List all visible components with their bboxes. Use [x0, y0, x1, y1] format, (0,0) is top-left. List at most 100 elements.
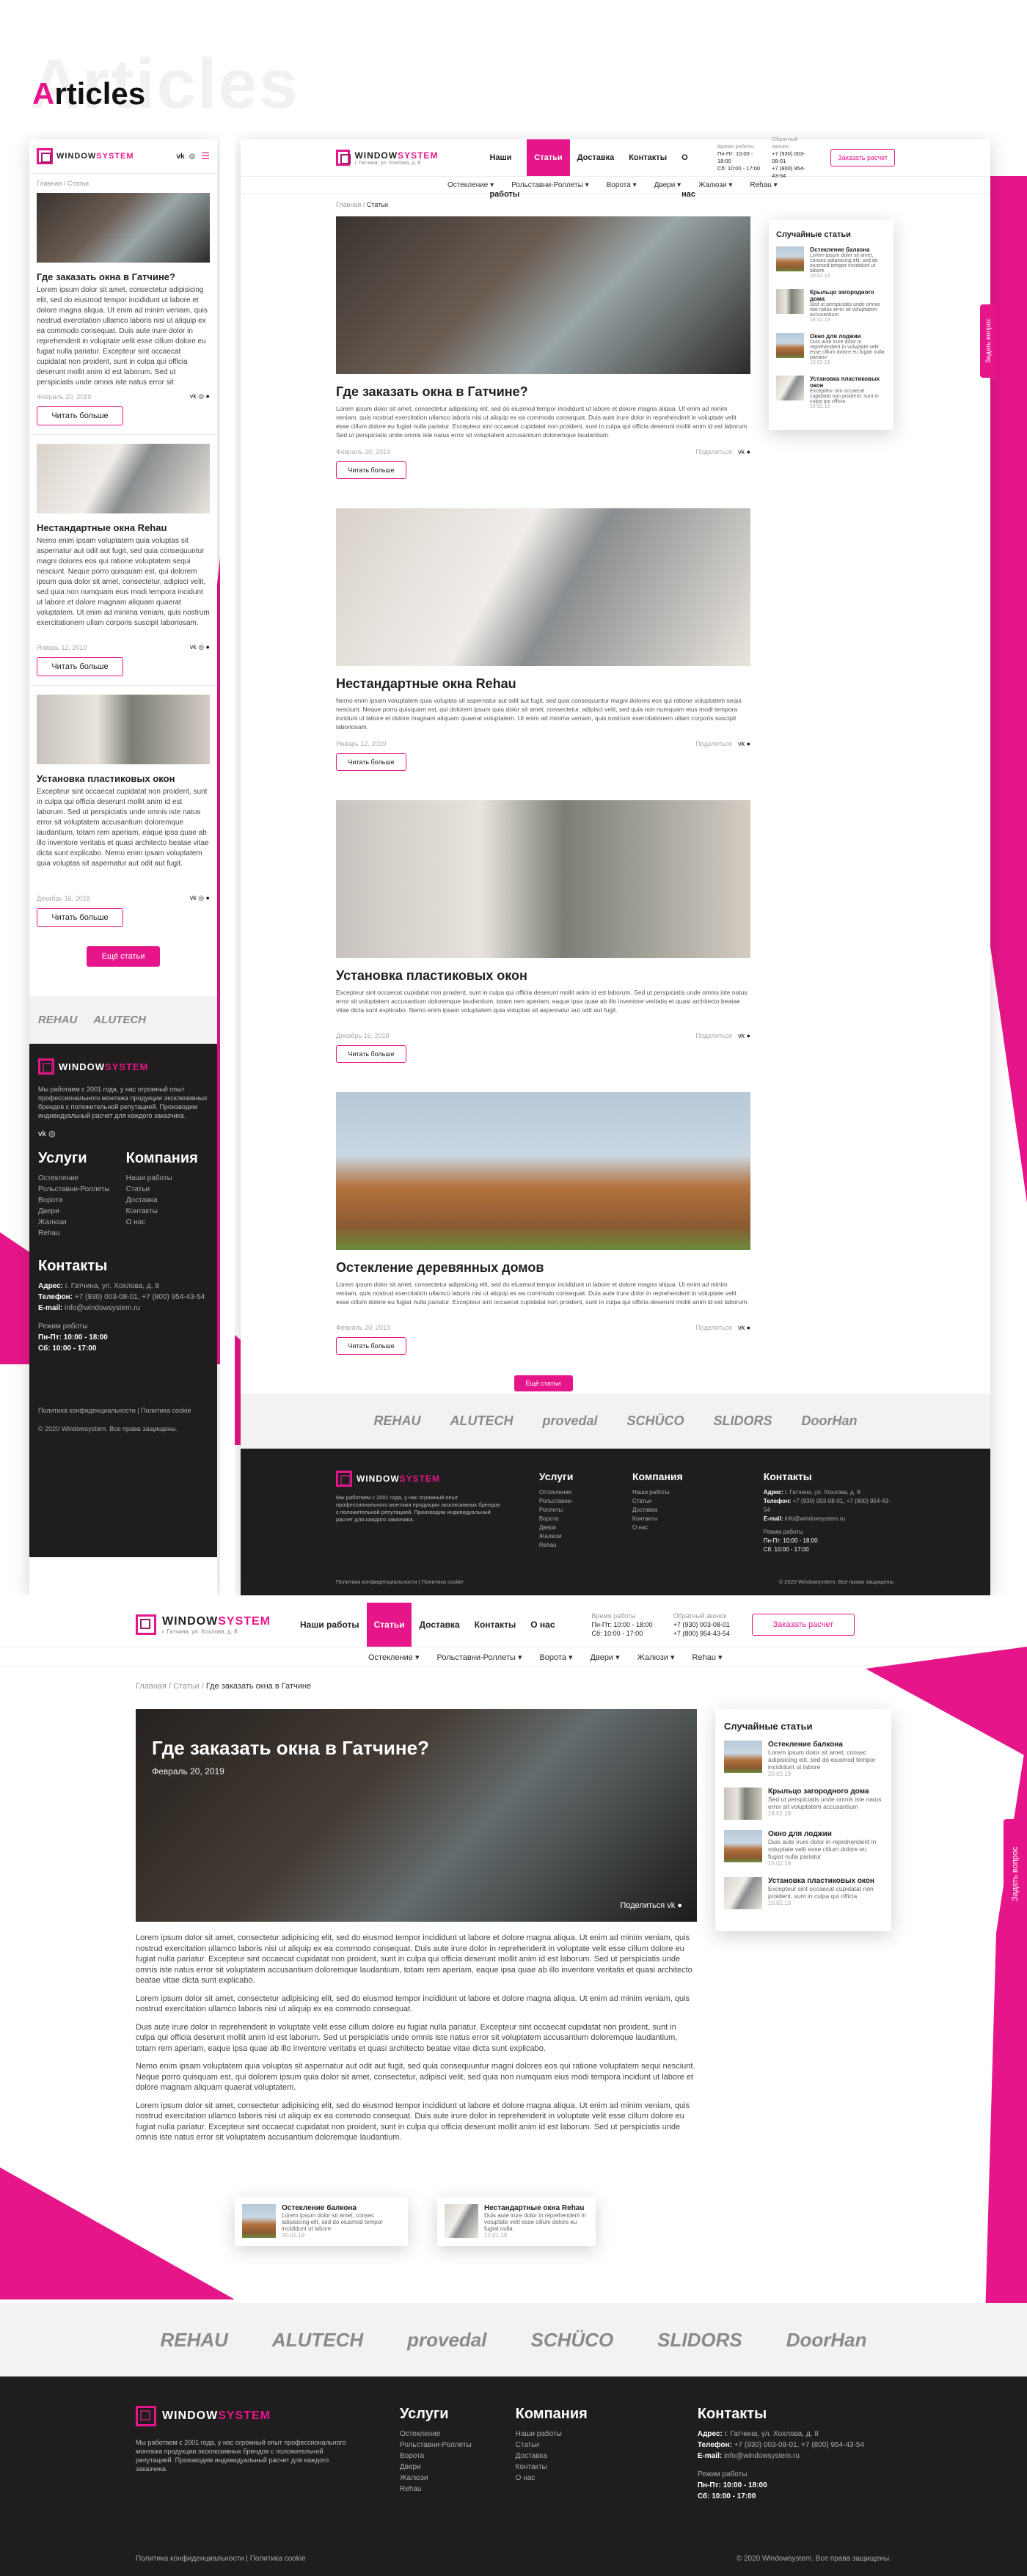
read-more-button[interactable]: Читать больше: [37, 657, 123, 676]
nav-item-delivery[interactable]: Доставка: [570, 139, 622, 176]
partner-logo[interactable]: DoorHan: [802, 1413, 858, 1429]
random-item[interactable]: Остекление балкона Lorem ipsum dolor sit …: [776, 246, 886, 279]
share-icons[interactable]: vk ◎ ●: [190, 392, 210, 400]
related-card[interactable]: Нестандартные окна Rehau Duis aute irure …: [437, 2197, 596, 2246]
sub-nav-item[interactable]: Жалюзи ▾: [690, 181, 741, 189]
share-icons[interactable]: vk ●: [738, 740, 750, 747]
article-title[interactable]: Где заказать окна в Гатчине?: [336, 384, 750, 400]
read-more-button[interactable]: Читать больше: [336, 461, 406, 479]
sub-nav-item[interactable]: Ворота ▾: [530, 1653, 581, 1662]
footer-link[interactable]: Контакты: [516, 2462, 588, 2473]
order-call-button[interactable]: Заказать расчет: [830, 149, 895, 167]
partner-logo[interactable]: ALUTECH: [93, 1014, 146, 1026]
footer-link[interactable]: Доставка: [632, 1506, 683, 1515]
article-title[interactable]: Где заказать окна в Гатчине?: [37, 271, 210, 282]
random-item[interactable]: Крыльцо загородного дома Sed ut perspicia…: [776, 289, 886, 323]
breadcrumb-articles[interactable]: Статьи: [173, 1682, 200, 1691]
nav-item-articles[interactable]: Статьи: [527, 139, 570, 176]
sub-nav-item[interactable]: Ворота ▾: [598, 181, 646, 189]
phones[interactable]: Обратный звонок +7 (930) 003-08-01 +7 (800…: [673, 1611, 730, 1638]
order-call-button[interactable]: Заказать расчет: [751, 1614, 855, 1636]
footer-link[interactable]: Остекление: [38, 1173, 110, 1184]
nav-item-works[interactable]: Наши работы: [482, 139, 527, 199]
instagram-icon[interactable]: ◎: [189, 153, 196, 161]
footer-link[interactable]: Доставка: [516, 2451, 588, 2462]
nav-item-about[interactable]: О нас: [674, 139, 703, 199]
footer-email[interactable]: info@windowsystem.ru: [65, 1304, 140, 1312]
footer-link[interactable]: Жалюзи: [38, 1217, 110, 1228]
footer-social[interactable]: vk ◎: [38, 1129, 208, 1138]
more-articles-button[interactable]: Ещё статьи: [514, 1375, 573, 1391]
partner-logo[interactable]: SLIDORS: [714, 1413, 772, 1429]
article-image[interactable]: [37, 695, 210, 764]
cookie-link[interactable]: Политика cookie: [250, 2555, 306, 2563]
partner-logo[interactable]: ALUTECH: [272, 2329, 363, 2352]
partner-logo[interactable]: SCHÜCO: [531, 2329, 614, 2352]
footer-link[interactable]: Статьи: [516, 2440, 588, 2451]
breadcrumb-home[interactable]: Главная: [37, 180, 62, 187]
footer-link[interactable]: Доставка: [126, 1195, 198, 1206]
logo-icon[interactable]: [136, 1614, 156, 1635]
partner-logo[interactable]: DoorHan: [786, 2329, 867, 2352]
footer-link[interactable]: О нас: [516, 2473, 588, 2484]
phones[interactable]: Обратный звонок +7 (930) 003-08-01 +7 (800…: [772, 136, 811, 180]
footer-link[interactable]: Наши работы: [516, 2429, 588, 2440]
privacy-link[interactable]: Политика конфиденциальности: [136, 2555, 244, 2563]
footer-link[interactable]: Контакты: [126, 1206, 198, 1217]
article-title[interactable]: Остекление деревянных домов: [336, 1260, 750, 1276]
article-image[interactable]: [336, 1092, 750, 1250]
sub-nav-item[interactable]: Rehau ▾: [684, 1653, 731, 1662]
nav-item-works[interactable]: Наши работы: [293, 1603, 367, 1647]
footer-link[interactable]: Рольставни-Роллеты: [400, 2440, 472, 2451]
footer-link[interactable]: Rehau: [38, 1228, 110, 1239]
random-item[interactable]: Установка пластиковых окон Excepteur sint…: [724, 1877, 882, 1909]
sub-nav-item[interactable]: Rehau ▾: [741, 181, 786, 189]
footer-link[interactable]: Наши работы: [126, 1173, 198, 1184]
footer-link[interactable]: Жалюзи: [400, 2473, 472, 2484]
privacy-link[interactable]: Политика конфиденциальности: [38, 1407, 136, 1414]
footer-link[interactable]: Ворота: [539, 1515, 596, 1523]
footer-logo-icon[interactable]: [38, 1058, 54, 1075]
footer-link[interactable]: Остекление: [539, 1488, 596, 1497]
read-more-button[interactable]: Читать больше: [37, 406, 123, 425]
partner-logo[interactable]: REHAU: [373, 1413, 420, 1429]
partner-logo[interactable]: provedal: [542, 1413, 597, 1429]
share-icons[interactable]: vk ●: [738, 448, 750, 455]
footer-link[interactable]: О нас: [632, 1523, 683, 1532]
breadcrumb-home[interactable]: Главная: [136, 1682, 167, 1691]
footer-link[interactable]: Статьи: [632, 1497, 683, 1506]
partner-logo[interactable]: SCHÜCO: [627, 1413, 684, 1429]
brand-block[interactable]: WINDOWSYSTEM г. Гатчина, ул. Хохлова, д. …: [354, 150, 438, 166]
footer-link[interactable]: Rehau: [539, 1541, 596, 1550]
footer-link[interactable]: Жалюзи: [539, 1532, 596, 1541]
more-articles-button[interactable]: Ещё статьи: [87, 946, 160, 967]
partner-logo[interactable]: REHAU: [160, 2329, 227, 2352]
article-image[interactable]: [37, 193, 210, 263]
nav-item-articles[interactable]: Статьи: [366, 1603, 412, 1647]
sub-nav-item[interactable]: Двери ▾: [582, 1653, 629, 1662]
read-more-button[interactable]: Читать больше: [336, 1337, 406, 1355]
footer-link[interactable]: Контакты: [632, 1515, 683, 1523]
footer-link[interactable]: Наши работы: [632, 1488, 683, 1497]
sub-nav-item[interactable]: Остекление ▾: [359, 1653, 428, 1662]
random-item[interactable]: Остекление балкона Lorem ipsum dolor sit …: [724, 1741, 882, 1777]
footer-link[interactable]: Ворота: [38, 1195, 110, 1206]
footer-link[interactable]: Двери: [539, 1523, 596, 1532]
brand-block[interactable]: WINDOWSYSTEM г. Гатчина, ул. Хохлова, д. …: [162, 1615, 271, 1635]
footer-phone[interactable]: +7 (930) 003-08-01, +7 (800) 954-43-54: [734, 2441, 864, 2449]
share-icons[interactable]: vk ●: [738, 1032, 750, 1039]
partner-logo[interactable]: REHAU: [38, 1014, 77, 1026]
random-item[interactable]: Окно для лоджии Duis aute irure dolor in …: [776, 333, 886, 365]
share-icons[interactable]: vk ●: [667, 1901, 682, 1910]
article-image[interactable]: [336, 216, 750, 374]
footer-email[interactable]: info@windowsystem.ru: [724, 2452, 800, 2460]
sub-nav-item[interactable]: Рольставни-Роллеты ▾: [428, 1653, 530, 1662]
privacy-link[interactable]: Политика конфиденциальности: [336, 1578, 417, 1585]
logo-icon[interactable]: [37, 148, 53, 164]
sub-nav-item[interactable]: Жалюзи ▾: [629, 1653, 684, 1662]
share-icons[interactable]: vk ●: [738, 1324, 750, 1331]
footer-phone[interactable]: +7 (930) 003-08-01, +7 (800) 954-43-54: [75, 1293, 205, 1301]
logo-icon[interactable]: [336, 150, 351, 166]
partner-logo[interactable]: ALUTECH: [450, 1413, 513, 1429]
nav-item-contacts[interactable]: Контакты: [621, 139, 674, 176]
